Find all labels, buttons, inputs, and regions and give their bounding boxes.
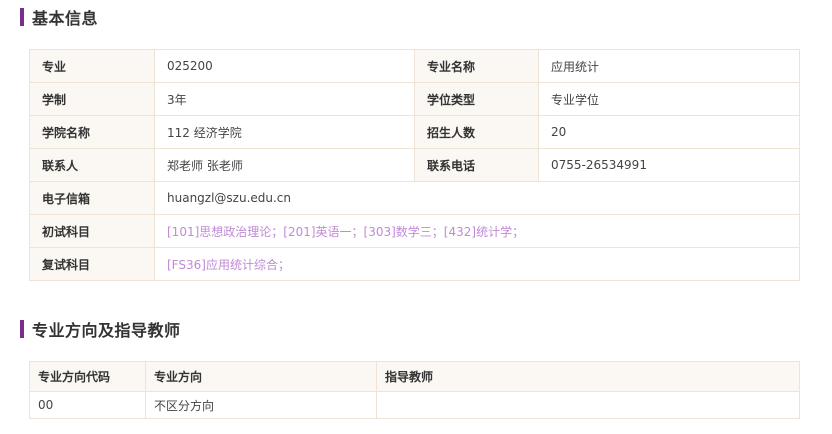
- table-row: 电子信箱 huangzl@szu.edu.cn: [29, 181, 800, 215]
- field-value: 3年: [154, 82, 415, 116]
- table-row: 初试科目 [101]思想政治理论；[201]英语一；[303]数学三；[432]…: [29, 214, 800, 248]
- email-value: huangzl@szu.edu.cn: [154, 181, 800, 215]
- retest-subjects-label: 复试科目: [29, 247, 155, 281]
- field-label: 学制: [29, 82, 155, 116]
- field-value: 郑老师 张老师: [154, 148, 415, 182]
- table-row: 学院名称 112 经济学院 招生人数 20: [29, 115, 800, 149]
- column-header: 专业方向: [145, 361, 377, 392]
- table-row: 复试科目 [FS36]应用统计综合；: [29, 247, 800, 281]
- section-accent-bar: [20, 320, 24, 338]
- section-accent-bar: [20, 8, 24, 26]
- field-value: 专业学位: [538, 82, 800, 116]
- direction-code: 00: [29, 391, 146, 419]
- field-value: 20: [538, 115, 800, 149]
- field-label: 联系电话: [414, 148, 539, 182]
- table-header-row: 专业方向代码 专业方向 指导教师: [29, 361, 800, 392]
- initial-subjects-link[interactable]: [101]思想政治理论；[201]英语一；[303]数学三；[432]统计学；: [154, 214, 800, 248]
- direction-name: 不区分方向: [145, 391, 377, 419]
- direction-table: 专业方向代码 专业方向 指导教师 00 不区分方向: [29, 361, 800, 419]
- initial-subjects-label: 初试科目: [29, 214, 155, 248]
- field-value: 应用统计: [538, 49, 800, 83]
- field-label: 专业: [29, 49, 155, 83]
- table-row: 学制 3年 学位类型 专业学位: [29, 82, 800, 116]
- column-header: 指导教师: [376, 361, 800, 392]
- basic-info-table: 专业 025200 专业名称 应用统计 学制 3年 学位类型 专业学位 学院名称…: [29, 49, 800, 281]
- field-label: 学院名称: [29, 115, 155, 149]
- table-row: 联系人 郑老师 张老师 联系电话 0755-26534991: [29, 148, 800, 182]
- table-row: 专业 025200 专业名称 应用统计: [29, 49, 800, 83]
- retest-subjects-link[interactable]: [FS36]应用统计综合；: [154, 247, 800, 281]
- field-label: 专业名称: [414, 49, 539, 83]
- direction-supervisor: [376, 391, 800, 419]
- column-header: 专业方向代码: [29, 361, 146, 392]
- section-title-text: 基本信息: [32, 9, 99, 28]
- field-value: 112 经济学院: [154, 115, 415, 149]
- field-label: 联系人: [29, 148, 155, 182]
- section-title-text: 专业方向及指导教师: [32, 321, 181, 340]
- section-title-direction: 专业方向及指导教师: [20, 319, 181, 340]
- field-value: 0755-26534991: [538, 148, 800, 182]
- field-label: 招生人数: [414, 115, 539, 149]
- table-row: 00 不区分方向: [29, 391, 800, 419]
- email-label: 电子信箱: [29, 181, 155, 215]
- field-label: 学位类型: [414, 82, 539, 116]
- section-title-basic-info: 基本信息: [20, 7, 99, 28]
- field-value: 025200: [154, 49, 415, 83]
